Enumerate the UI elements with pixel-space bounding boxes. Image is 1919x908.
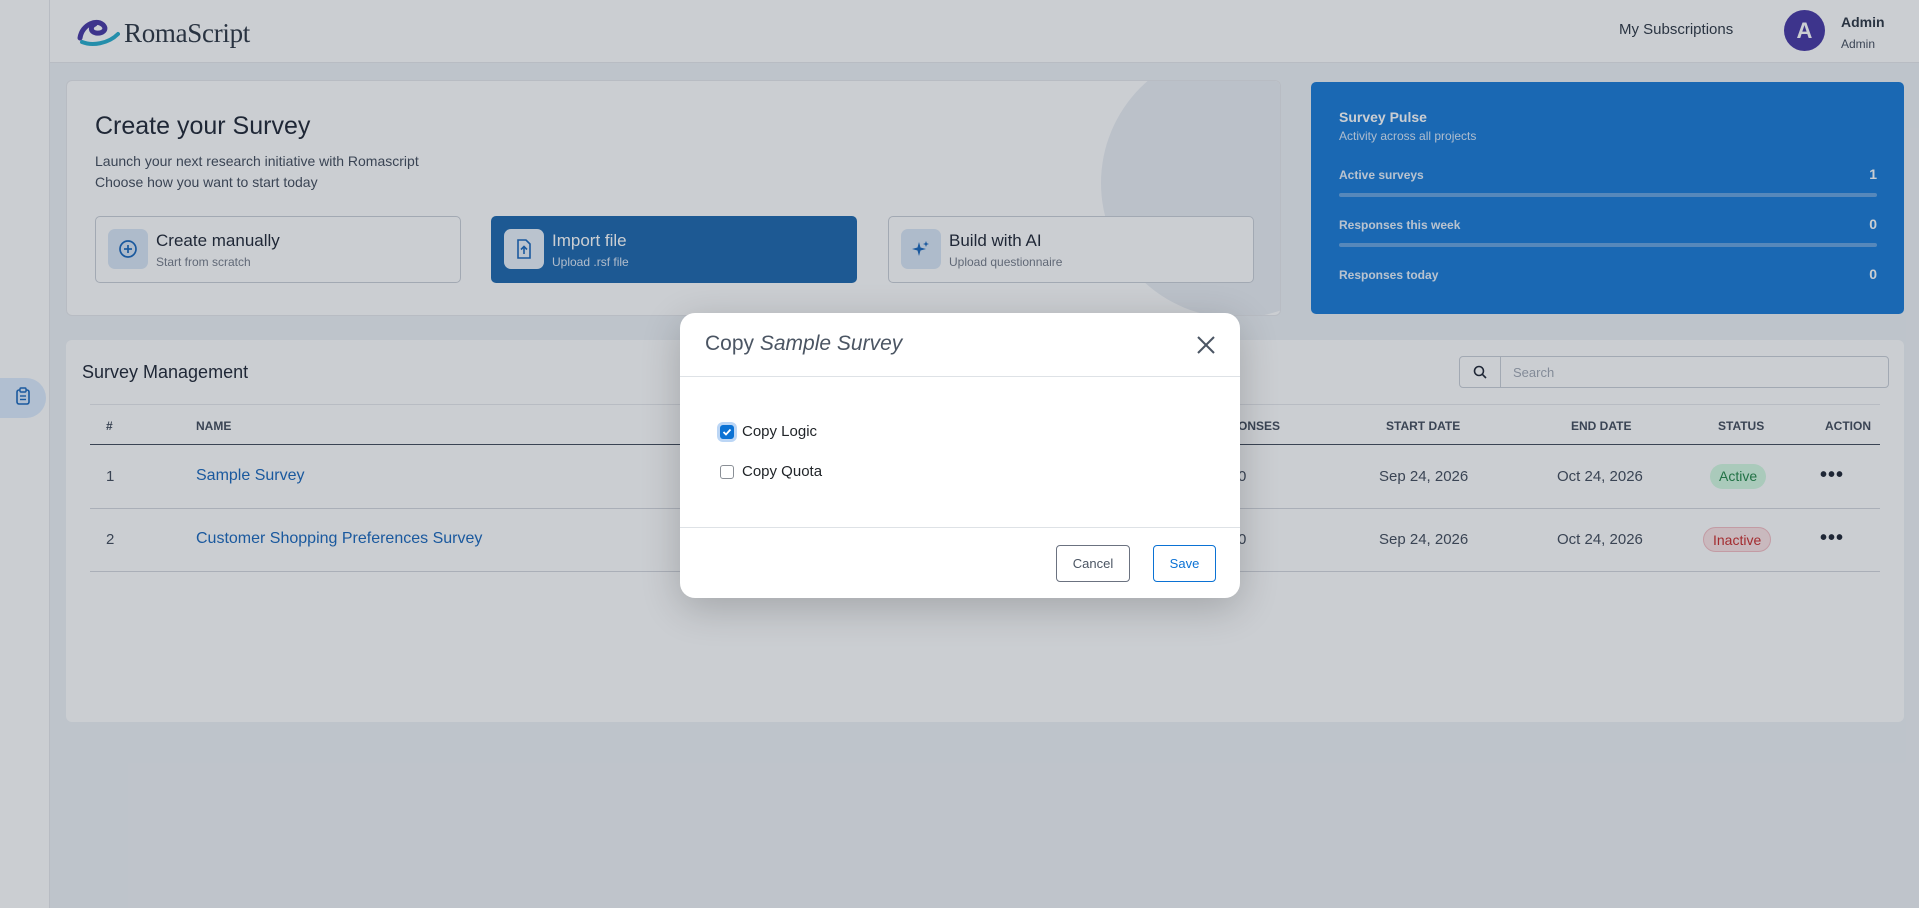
checkmark-icon (722, 428, 732, 436)
copy-quota-label[interactable]: Copy Quota (742, 463, 822, 480)
copy-survey-modal: Copy Sample Survey Copy Logic Copy Quota… (680, 313, 1240, 598)
copy-logic-label[interactable]: Copy Logic (742, 423, 817, 440)
modal-footer: Cancel Save (680, 527, 1240, 598)
copy-logic-checkbox[interactable] (720, 424, 734, 439)
copy-quota-checkbox[interactable] (720, 464, 734, 479)
copy-quota-option[interactable]: Copy Quota (720, 463, 822, 480)
save-button[interactable]: Save (1153, 545, 1216, 582)
modal-title-prefix: Copy (705, 332, 760, 355)
copy-logic-option[interactable]: Copy Logic (720, 423, 817, 440)
modal-title-survey-name: Sample Survey (759, 332, 903, 355)
close-icon[interactable] (1194, 333, 1218, 357)
modal-title: Copy Sample Survey (705, 332, 902, 356)
cancel-button[interactable]: Cancel (1056, 545, 1130, 582)
modal-header: Copy Sample Survey (680, 313, 1240, 377)
